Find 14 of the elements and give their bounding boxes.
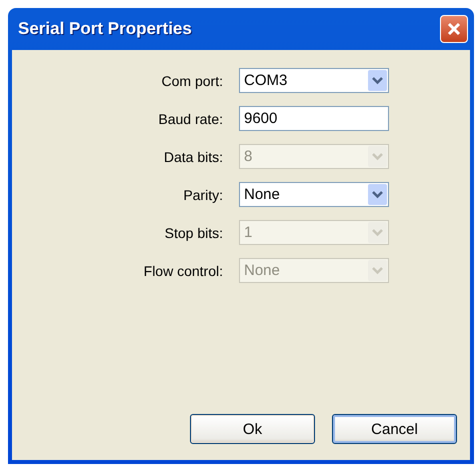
- dialog-button[interactable]: Ok: [190, 414, 315, 444]
- dropdown[interactable]: COM3: [239, 68, 389, 93]
- field-label: Flow control:: [142, 262, 223, 278]
- field-label: Parity:: [182, 186, 223, 202]
- window-title: Serial Port Properties: [18, 19, 192, 39]
- field-label: Baud rate:: [157, 110, 223, 126]
- field-label: Com port:: [160, 72, 223, 88]
- field-label: Data bits:: [162, 148, 223, 164]
- field-label: Stop bits:: [164, 224, 223, 240]
- input-field[interactable]: 9600: [239, 106, 389, 131]
- dropdown[interactable]: None: [239, 182, 389, 207]
- close-button[interactable]: [440, 15, 468, 43]
- close-icon: [447, 22, 461, 36]
- dialog-button[interactable]: Cancel: [332, 414, 457, 444]
